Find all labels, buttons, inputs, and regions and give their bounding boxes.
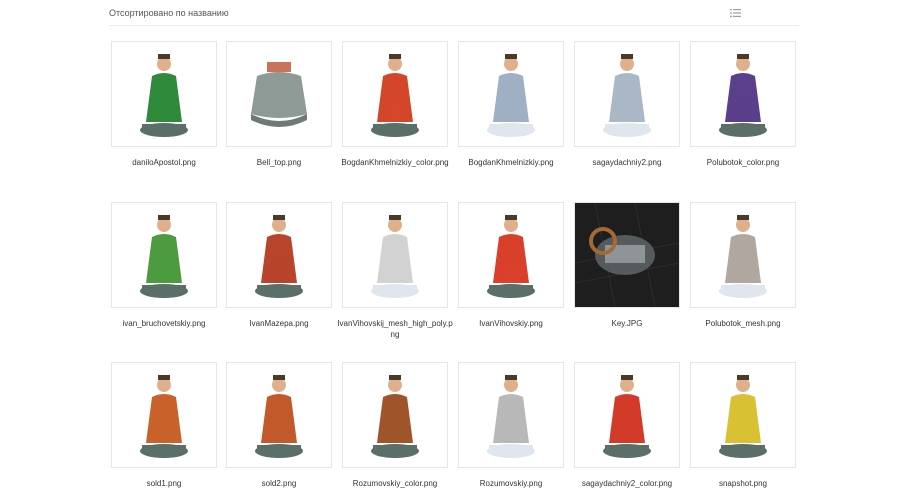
file-thumbnail[interactable] bbox=[342, 202, 448, 308]
file-name[interactable]: sold2.png bbox=[221, 478, 337, 489]
file-thumbnail[interactable] bbox=[574, 362, 680, 468]
man-purple-coat-thumbnail-image bbox=[719, 54, 767, 137]
man-brown-coat-thumbnail-image bbox=[371, 375, 419, 458]
dark-render-thumbnail-image bbox=[575, 203, 679, 307]
file-thumbnail[interactable] bbox=[111, 202, 217, 308]
file-name[interactable]: Bell_top.png bbox=[221, 157, 337, 168]
woman-yellow-thumbnail-image bbox=[719, 375, 767, 458]
man-red-hat-thumbnail-image bbox=[603, 375, 651, 458]
file-thumbnail[interactable] bbox=[458, 202, 564, 308]
file-name[interactable]: sold1.png bbox=[106, 478, 222, 489]
man-gray-mesh-thumbnail-image bbox=[487, 54, 535, 137]
file-name[interactable]: Polubotok_color.png bbox=[685, 157, 801, 168]
file-thumbnail[interactable] bbox=[458, 41, 564, 147]
file-thumbnail[interactable] bbox=[690, 41, 796, 147]
file-name[interactable]: BogdanKhmelnizkiy_color.png bbox=[337, 157, 453, 168]
file-thumbnail[interactable] bbox=[342, 362, 448, 468]
man-green-cape-thumbnail-image bbox=[140, 215, 188, 298]
file-name[interactable]: Key.JPG bbox=[569, 318, 685, 329]
bell-thumbnail-image bbox=[251, 60, 307, 136]
man-gray-mesh-tall-thumbnail-image bbox=[719, 215, 767, 298]
file-thumbnail[interactable] bbox=[226, 202, 332, 308]
file-thumbnail[interactable] bbox=[342, 41, 448, 147]
man-green-coat-thumbnail-image bbox=[140, 54, 188, 137]
soldier-orange-2-thumbnail-image bbox=[255, 375, 303, 458]
file-name[interactable]: sagaydachniy2.png bbox=[569, 157, 685, 168]
file-thumbnail[interactable] bbox=[574, 202, 680, 308]
file-thumbnail[interactable] bbox=[574, 41, 680, 147]
man-white-mesh-thumbnail-image bbox=[371, 215, 419, 298]
file-grid: daniloApostol.png Bell_top.png BogdanKhm… bbox=[0, 0, 915, 496]
man-gray-mesh-2-thumbnail-image bbox=[487, 375, 535, 458]
file-name[interactable]: daniloApostol.png bbox=[106, 157, 222, 168]
file-name[interactable]: sagaydachniy2_color.png bbox=[569, 478, 685, 489]
file-name[interactable]: Rozumovskiy_color.png bbox=[337, 478, 453, 489]
file-thumbnail[interactable] bbox=[111, 41, 217, 147]
man-red-scroll-thumbnail-image bbox=[255, 215, 303, 298]
file-name[interactable]: snapshot.png bbox=[685, 478, 801, 489]
file-name[interactable]: IvanMazepa.png bbox=[221, 318, 337, 329]
file-thumbnail[interactable] bbox=[458, 362, 564, 468]
file-thumbnail[interactable] bbox=[690, 202, 796, 308]
man-red-cape-thumbnail-image bbox=[371, 54, 419, 137]
file-thumbnail[interactable] bbox=[111, 362, 217, 468]
file-name[interactable]: IvanVihovskij_mesh_high_poly.png bbox=[337, 318, 453, 340]
file-name[interactable]: BogdanKhmelnizkiy.png bbox=[453, 157, 569, 168]
man-gray-mesh-small-thumbnail-image bbox=[603, 54, 651, 137]
file-thumbnail[interactable] bbox=[226, 362, 332, 468]
file-name[interactable]: ivan_bruchovetskiy.png bbox=[106, 318, 222, 329]
file-thumbnail[interactable] bbox=[226, 41, 332, 147]
soldier-orange-thumbnail-image bbox=[140, 375, 188, 458]
file-name[interactable]: Rozumovskiy.png bbox=[453, 478, 569, 489]
man-red-yellow-thumbnail-image bbox=[487, 215, 535, 298]
file-name[interactable]: IvanVihovskiy.png bbox=[453, 318, 569, 329]
file-name[interactable]: Polubotok_mesh.png bbox=[685, 318, 801, 329]
file-thumbnail[interactable] bbox=[690, 362, 796, 468]
